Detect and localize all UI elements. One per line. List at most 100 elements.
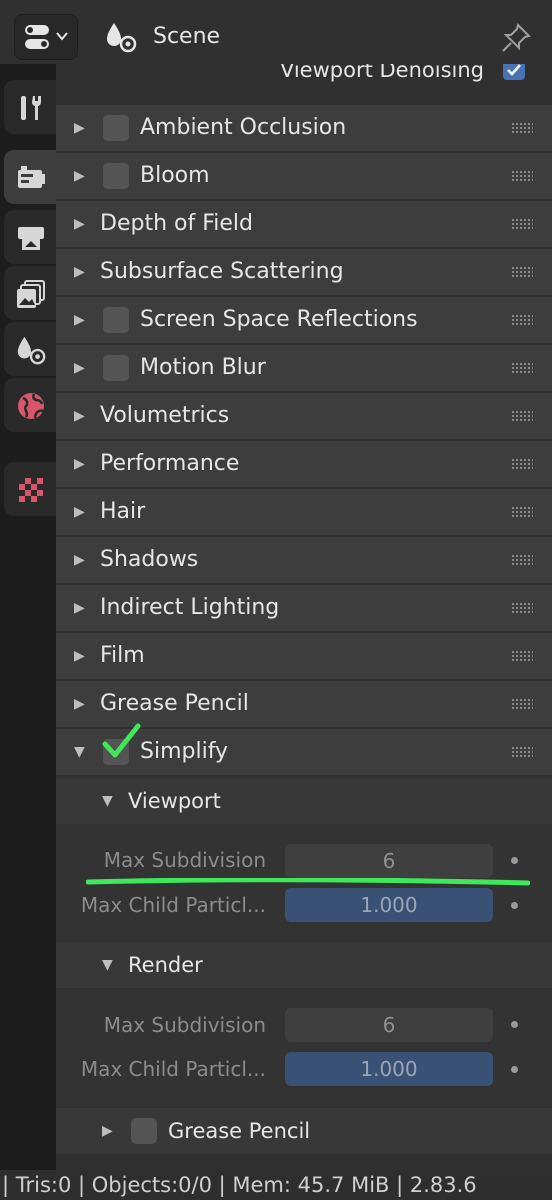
grease-pencil-subpanel-label: Grease Pencil <box>168 1119 311 1143</box>
grease-pencil-checkbox[interactable] <box>131 1118 157 1144</box>
simplify-render-subpanel[interactable]: ▼ Render <box>56 942 552 988</box>
drag-handle-icon[interactable] <box>511 122 533 134</box>
panel-section-grease-pencil[interactable]: ▶ Grease Pencil <box>56 681 552 727</box>
chevron-right-icon: ▶ <box>74 600 85 616</box>
chevron-down-icon: ▼ <box>102 957 113 973</box>
section-label: Screen Space Reflections <box>140 307 418 332</box>
drag-handle-icon[interactable] <box>511 698 533 710</box>
tab-view-layer[interactable] <box>4 266 56 320</box>
render-icon <box>18 166 45 188</box>
chevron-down-icon: ▼ <box>102 793 113 809</box>
world-icon <box>18 393 45 419</box>
panel-section-indirect-lighting[interactable]: ▶ Indirect Lighting <box>56 585 552 631</box>
section-enable-checkbox[interactable] <box>103 307 129 333</box>
output-icon <box>18 227 44 250</box>
panel-section-screen-space-reflections[interactable]: ▶ Screen Space Reflections <box>56 297 552 343</box>
panel-section-performance[interactable]: ▶ Performance <box>56 441 552 487</box>
drag-handle-icon[interactable] <box>511 506 533 518</box>
keyframe-dot-icon[interactable] <box>511 1021 518 1028</box>
simplify-grease-pencil-subpanel[interactable]: ▶ Grease Pencil <box>56 1108 552 1154</box>
tab-world[interactable] <box>4 378 56 432</box>
drag-handle-icon[interactable] <box>511 266 533 278</box>
chevron-right-icon: ▶ <box>74 168 85 184</box>
properties-tab-bar <box>0 64 56 1170</box>
viewport-denoising-label: Viewport Denoising <box>279 64 484 82</box>
simplify-viewport-subpanel[interactable]: ▼ Viewport <box>56 778 552 824</box>
scene-tab-icon <box>17 336 46 365</box>
drag-handle-icon[interactable] <box>511 314 533 326</box>
chevron-right-icon: ▶ <box>74 408 85 424</box>
editor-type-dropdown[interactable] <box>14 14 78 60</box>
panel-section-shadows[interactable]: ▶ Shadows <box>56 537 552 583</box>
chevron-right-icon: ▶ <box>74 264 85 280</box>
section-label: Subsurface Scattering <box>100 259 344 284</box>
section-enable-checkbox[interactable] <box>103 355 129 381</box>
drag-handle-icon[interactable] <box>511 746 533 758</box>
chevron-right-icon: ▶ <box>74 360 85 376</box>
section-label: Shadows <box>100 547 199 572</box>
chevron-right-icon: ▶ <box>74 216 85 232</box>
chevron-right-icon: ▶ <box>74 312 85 328</box>
chevron-right-icon: ▶ <box>74 552 85 568</box>
viewport-denoising-checkbox[interactable] <box>503 64 525 80</box>
green-underline-annotation <box>86 878 530 886</box>
keyframe-dot-icon[interactable] <box>511 857 518 864</box>
viewport-max-child-particles-label: Max Child Particl... <box>80 893 266 917</box>
drag-handle-icon[interactable] <box>511 458 533 470</box>
panel-section-depth-of-field[interactable]: ▶ Depth of Field <box>56 201 552 247</box>
pin-icon[interactable] <box>500 22 532 58</box>
properties-header: Scene <box>0 0 552 64</box>
drag-handle-icon[interactable] <box>511 218 533 230</box>
panel-section-motion-blur[interactable]: ▶ Motion Blur <box>56 345 552 391</box>
drag-handle-icon[interactable] <box>511 554 533 566</box>
panel-section-bloom[interactable]: ▶ Bloom <box>56 153 552 199</box>
scene-icon <box>104 20 138 58</box>
view-layer-icon <box>17 280 45 308</box>
chevron-right-icon: ▶ <box>102 1123 113 1139</box>
drag-handle-icon[interactable] <box>511 602 533 614</box>
panel-section-subsurface-scattering[interactable]: ▶ Subsurface Scattering <box>56 249 552 295</box>
tab-scene[interactable] <box>4 322 56 376</box>
tab-tool[interactable] <box>4 80 56 134</box>
render-subpanel-label: Render <box>128 953 203 977</box>
section-label: Performance <box>100 451 240 476</box>
render-max-child-particles-slider[interactable]: 1.000 <box>285 1052 493 1086</box>
render-max-child-particles-label: Max Child Particl... <box>80 1057 266 1081</box>
chevron-down-icon: ▼ <box>74 744 85 760</box>
viewport-max-subdivision-label: Max Subdivision <box>103 848 266 872</box>
render-properties-panel: Viewport Denoising ▶ Ambient Occlusion ▶ Bl… <box>56 64 552 1170</box>
editor-type-icon <box>25 25 68 49</box>
drag-handle-icon[interactable] <box>511 410 533 422</box>
chevron-right-icon: ▶ <box>74 504 85 520</box>
drag-handle-icon[interactable] <box>511 362 533 374</box>
section-enable-checkbox[interactable] <box>103 163 129 189</box>
section-label: Depth of Field <box>100 211 253 236</box>
drag-handle-icon[interactable] <box>511 650 533 662</box>
panel-section-hair[interactable]: ▶ Hair <box>56 489 552 535</box>
checkmark-icon <box>507 64 521 76</box>
chevron-right-icon: ▶ <box>74 456 85 472</box>
render-max-subdivision-label: Max Subdivision <box>103 1013 266 1037</box>
drag-handle-icon[interactable] <box>511 170 533 182</box>
tab-texture[interactable] <box>4 462 56 516</box>
render-max-subdivision-field[interactable]: 6 <box>285 1008 493 1042</box>
viewport-max-child-particles-slider[interactable]: 1.000 <box>285 888 493 922</box>
chevron-right-icon: ▶ <box>74 648 85 664</box>
panel-section-volumetrics[interactable]: ▶ Volumetrics <box>56 393 552 439</box>
scene-label: Scene <box>153 24 221 49</box>
viewport-max-subdivision-field[interactable]: 6 <box>285 844 493 878</box>
section-label: Simplify <box>140 739 229 764</box>
tab-render[interactable] <box>4 150 56 204</box>
tab-output[interactable] <box>4 210 56 264</box>
panel-section-film[interactable]: ▶ Film <box>56 633 552 679</box>
section-label: Bloom <box>140 163 210 188</box>
chevron-right-icon: ▶ <box>74 696 85 712</box>
section-label: Film <box>100 643 145 668</box>
keyframe-dot-icon[interactable] <box>511 902 518 909</box>
section-label: Ambient Occlusion <box>140 115 347 140</box>
keyframe-dot-icon[interactable] <box>511 1066 518 1073</box>
tool-icon <box>21 96 42 120</box>
status-bar: | Tris:0 | Objects:0/0 | Mem: 45.7 MiB |… <box>0 1170 552 1200</box>
section-enable-checkbox[interactable] <box>103 115 129 141</box>
panel-section-ambient-occlusion[interactable]: ▶ Ambient Occlusion <box>56 105 552 151</box>
